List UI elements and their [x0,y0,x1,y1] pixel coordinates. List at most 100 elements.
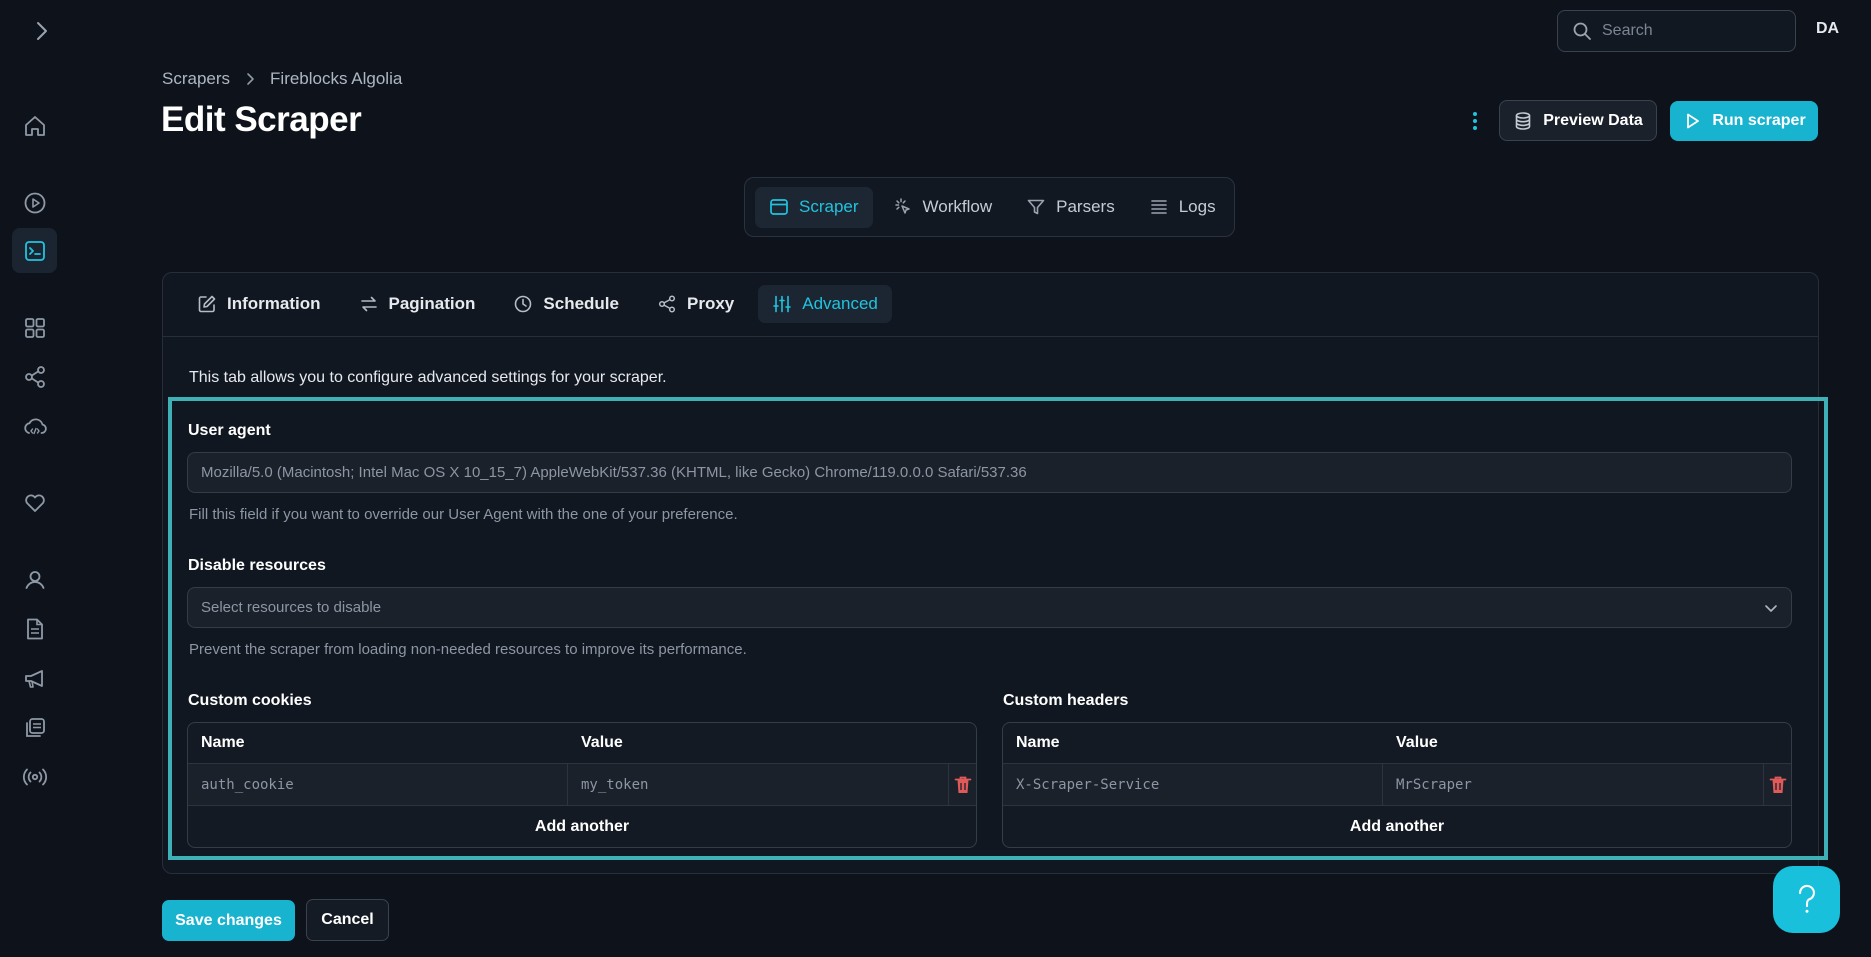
app-root: Search DA Scrapers Fireblocks Algolia Ed… [0,0,1871,957]
preview-data-label: Preview Data [1543,111,1643,129]
sidebar-item-account[interactable] [12,557,57,602]
search-icon [1573,22,1591,40]
user-agent-placeholder: Mozilla/5.0 (Macintosh; Intel Mac OS X 1… [201,464,1027,481]
header-value-input[interactable]: MrScraper [1383,764,1764,805]
cookies-col-value: Value [581,734,623,751]
clock-icon [515,295,532,313]
cancel-button[interactable]: Cancel [306,899,389,941]
tab-pagination[interactable]: Pagination [345,285,490,323]
play-circle-icon [24,192,45,213]
filter-icon [1027,199,1045,215]
share-nodes-icon [658,295,676,313]
headers-col-value: Value [1396,734,1438,751]
browser-window-icon [770,199,788,215]
tab-proxy[interactable]: Proxy [643,285,748,323]
settings-tabs: Information Pagination Schedule Proxy Ad… [183,285,892,323]
cookies-col-name: Name [201,734,245,751]
cookie-name-input[interactable]: auth_cookie [188,764,568,805]
custom-headers-table: Name Value X-Scraper-Service MrScraper A… [1002,722,1792,848]
document-icon [26,618,43,639]
trash-icon [1769,776,1786,793]
more-options-icon[interactable] [1467,108,1483,134]
disable-resources-placeholder: Select resources to disable [201,599,382,616]
tab-pagination-label: Pagination [388,294,476,313]
sidebar-item-home[interactable] [12,103,57,148]
save-changes-button[interactable]: Save changes [162,900,295,941]
chevron-right-icon [247,73,254,85]
preview-data-button[interactable]: Preview Data [1499,100,1657,141]
cookie-value-input[interactable]: my_token [568,764,949,805]
sidebar-item-docs[interactable] [12,606,57,651]
sliders-icon [773,295,792,313]
headers-table-header: Name Value [1003,723,1791,764]
user-icon [25,570,44,589]
sidebar-item-announcements[interactable] [12,656,57,701]
main-tabs: Scraper Workflow Parsers Logs [744,177,1235,237]
sidebar [0,0,68,957]
heart-icon [24,494,45,512]
custom-cookies-label: Custom cookies [188,692,312,709]
sidebar-item-scrapers[interactable] [12,228,57,273]
table-row: auth_cookie my_token [188,764,976,806]
tab-schedule[interactable]: Schedule [499,285,633,323]
page-title: Edit Scraper [161,100,362,139]
broadcast-icon [22,768,47,785]
tab-information[interactable]: Information [183,285,335,323]
tab-information-label: Information [227,294,321,313]
user-agent-label: User agent [188,422,271,439]
tab-workflow[interactable]: Workflow [879,187,1007,228]
help-button[interactable] [1773,866,1840,933]
user-agent-help: Fill this field if you want to override … [189,506,738,523]
tab-scraper[interactable]: Scraper [755,186,873,228]
megaphone-icon [24,669,43,688]
add-header-button[interactable]: Add another [1003,806,1791,847]
tab-advanced[interactable]: Advanced [758,285,892,323]
delete-header-button[interactable] [1764,775,1791,795]
sidebar-item-templates[interactable] [12,705,57,750]
headers-col-name: Name [1016,734,1060,751]
tab-logs-label: Logs [1178,197,1216,216]
sidebar-item-favorites[interactable] [12,480,57,525]
run-scraper-button[interactable]: Run scraper [1670,101,1818,141]
chevron-down-icon [1765,605,1777,612]
pointer-click-icon [894,198,910,214]
disable-resources-select[interactable]: Select resources to disable [187,587,1792,628]
breadcrumb-current: Fireblocks Algolia [270,69,403,88]
breadcrumb-scrapers[interactable]: Scrapers [162,69,230,89]
tab-logs[interactable]: Logs [1135,187,1230,228]
sidebar-item-dashboard[interactable] [12,305,57,350]
tab-advanced-label: Advanced [802,294,878,313]
sidebar-item-integrations[interactable] [12,354,57,399]
custom-headers-label: Custom headers [1003,692,1129,709]
tab-parsers-label: Parsers [1056,197,1115,216]
question-mark-icon [1798,884,1815,913]
disable-resources-label: Disable resources [188,557,326,574]
home-icon [24,115,45,136]
add-cookie-button[interactable]: Add another [188,806,976,847]
copy-icon [25,717,45,737]
database-icon [1515,111,1531,130]
run-scraper-label: Run scraper [1712,112,1806,129]
sidebar-item-api[interactable] [12,404,57,449]
sidebar-item-live[interactable] [12,754,57,799]
header-name-input[interactable]: X-Scraper-Service [1003,764,1383,805]
sidebar-item-runs[interactable] [12,180,57,225]
tab-parsers[interactable]: Parsers [1012,187,1129,228]
grid-icon [24,317,45,338]
terminal-icon [24,240,45,261]
tabs-divider [163,336,1818,337]
avatar[interactable]: DA [1816,20,1839,38]
play-icon [1687,113,1700,129]
edit-icon [198,295,216,313]
cookies-table-header: Name Value [188,723,976,764]
disable-resources-help: Prevent the scraper from loading non-nee… [189,641,747,658]
tab-scraper-label: Scraper [799,197,859,216]
sidebar-expand-icon[interactable] [30,18,54,44]
delete-cookie-button[interactable] [949,775,976,795]
breadcrumb: Scrapers Fireblocks Algolia [162,69,402,89]
advanced-intro: This tab allows you to configure advance… [189,369,667,386]
user-agent-input[interactable]: Mozilla/5.0 (Macintosh; Intel Mac OS X 1… [187,452,1792,493]
tab-workflow-label: Workflow [922,197,993,216]
table-row: X-Scraper-Service MrScraper [1003,764,1791,806]
search-input[interactable]: Search [1557,10,1796,52]
